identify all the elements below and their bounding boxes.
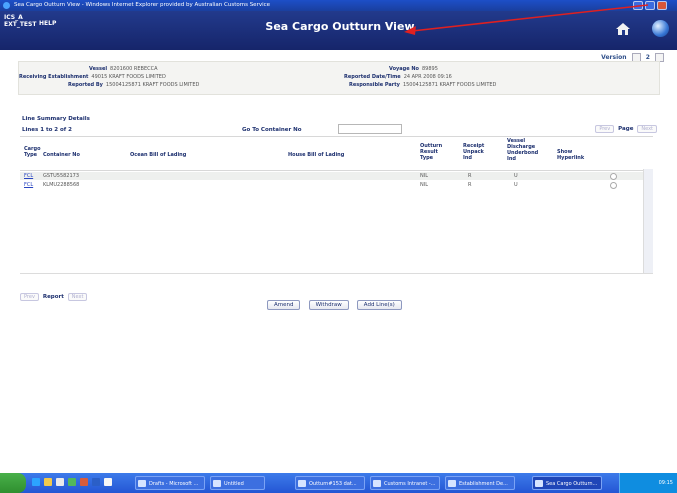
browser-title-bar: Sea Cargo Outturn View - Windows Interne… bbox=[0, 0, 677, 11]
browser-title: Sea Cargo Outturn View - Windows Interne… bbox=[14, 2, 271, 8]
ie-icon bbox=[3, 2, 10, 9]
start-button[interactable] bbox=[0, 473, 26, 493]
vessel-ind: U bbox=[514, 182, 518, 188]
receiving-field: Receiving Establishment 49015 KRAFT FOODS… bbox=[19, 74, 166, 80]
quicklaunch-misc-icon[interactable] bbox=[104, 478, 112, 486]
col-house-bol: House Bill of Lading bbox=[288, 152, 345, 158]
vessel-field: Vessel 8201600 REBECCA bbox=[89, 66, 158, 72]
environment-label: EXT_TEST bbox=[4, 21, 37, 28]
quicklaunch-app-icon[interactable] bbox=[68, 478, 76, 486]
task-drafts[interactable]: Drafts - Microsoft ... bbox=[135, 476, 205, 490]
col-ocean-bol: Ocean Bill of Lading bbox=[130, 152, 187, 158]
reported-by-field: Reported By 15004125871 KRAFT FOODS LIMIT… bbox=[68, 82, 200, 88]
task-establishment[interactable]: Establishment De... bbox=[445, 476, 515, 490]
task-icon bbox=[213, 480, 221, 487]
section-title: Line Summary Details bbox=[22, 116, 90, 122]
clock: 09:15 bbox=[658, 480, 673, 486]
maximize-button[interactable] bbox=[645, 1, 655, 10]
receipt-ind: R bbox=[468, 173, 472, 179]
windows-taskbar: Drafts - Microsoft ... Untitled Outturn#… bbox=[0, 473, 677, 493]
report-pager: Prev Report Next bbox=[18, 293, 89, 301]
table-scrollbar[interactable] bbox=[643, 169, 653, 273]
header-details-panel: Vessel 8201600 REBECCA Receiving Establis… bbox=[18, 61, 660, 95]
col-show-hyperlink: Show Hyperlink bbox=[557, 149, 585, 161]
amend-button[interactable]: Amend bbox=[267, 300, 301, 310]
table-row: FCL KLMU2288568 NIL R U bbox=[20, 181, 644, 189]
add-lines-button[interactable]: Add Line(s) bbox=[356, 300, 402, 310]
goto-container-label: Go To Container No bbox=[242, 127, 302, 133]
col-receipt: Receipt Unpack Ind bbox=[463, 143, 485, 161]
outturn-type: NIL bbox=[420, 182, 429, 188]
system-code: ICS_A bbox=[4, 14, 23, 21]
table-body: FCL GSTU5582173 NIL R U FCL KLMU2288568 … bbox=[20, 169, 653, 274]
task-icon bbox=[298, 480, 306, 487]
show-hyperlink-radio[interactable] bbox=[610, 173, 617, 180]
page-label: Page bbox=[618, 126, 634, 132]
report-label: Report bbox=[42, 294, 64, 300]
table-header: Cargo Type Container No Ocean Bill of Lad… bbox=[20, 136, 653, 171]
report-next-button[interactable]: Next bbox=[67, 293, 88, 301]
goto-container-input[interactable] bbox=[338, 124, 402, 134]
task-sea-cargo[interactable]: Sea Cargo Outturn... bbox=[532, 476, 602, 490]
cargo-type-link[interactable]: FCL bbox=[24, 181, 33, 189]
reported-datetime-field: Reported Date/Time 24 APR 2008 09:16 bbox=[344, 74, 452, 80]
quicklaunch-desktop-icon[interactable] bbox=[56, 478, 64, 486]
task-untitled[interactable]: Untitled bbox=[210, 476, 265, 490]
quicklaunch-word-icon[interactable] bbox=[92, 478, 100, 486]
system-name: ICS_A EXT_TEST bbox=[4, 14, 36, 28]
system-tray: 09:15 bbox=[619, 473, 677, 493]
table-row: FCL GSTU5582173 NIL R U bbox=[20, 172, 644, 180]
task-outturn[interactable]: Outturn#153 dat... bbox=[295, 476, 365, 490]
show-hyperlink-radio[interactable] bbox=[610, 182, 617, 189]
voyage-field: Voyage No 89895 bbox=[389, 66, 438, 72]
task-icon bbox=[138, 480, 146, 487]
top-prev-button[interactable]: Prev bbox=[595, 125, 615, 133]
outturn-type: NIL bbox=[420, 173, 429, 179]
vessel-ind: U bbox=[514, 173, 518, 179]
report-prev-button[interactable]: Prev bbox=[20, 293, 39, 301]
col-cargo-type: Cargo Type bbox=[24, 146, 41, 158]
container-no: GSTU5582173 bbox=[43, 173, 80, 179]
home-icon[interactable] bbox=[616, 23, 630, 35]
quicklaunch-folder-icon[interactable] bbox=[44, 478, 52, 486]
col-outturn: Outturn Result Type bbox=[420, 143, 443, 161]
globe-icon[interactable] bbox=[652, 20, 669, 37]
top-next-button[interactable]: Next bbox=[637, 125, 657, 133]
action-buttons: Amend Withdraw Add Line(s) bbox=[267, 291, 405, 310]
top-pager: Prev Page Next bbox=[593, 125, 659, 133]
quicklaunch-outlook-icon[interactable] bbox=[80, 478, 88, 486]
task-intranet[interactable]: Customs Intranet -... bbox=[370, 476, 440, 490]
task-icon bbox=[448, 480, 456, 487]
version-label: Version bbox=[601, 54, 627, 61]
task-icon bbox=[535, 480, 543, 487]
close-button[interactable] bbox=[657, 1, 667, 10]
receipt-ind: R bbox=[468, 182, 472, 188]
col-vessel-discharge: Vessel Discharge Underbond Ind bbox=[507, 138, 539, 162]
task-icon bbox=[373, 480, 381, 487]
cargo-type-link[interactable]: FCL bbox=[24, 172, 33, 180]
lines-count: Lines 1 to 2 of 2 bbox=[22, 127, 72, 133]
version-value: 2 bbox=[645, 54, 650, 61]
responsible-party-field: Responsible Party 15004125871 KRAFT FOODS… bbox=[349, 82, 497, 88]
col-container-no: Container No bbox=[43, 152, 80, 158]
quicklaunch-ie-icon[interactable] bbox=[32, 478, 40, 486]
help-link[interactable]: HELP bbox=[39, 20, 56, 27]
withdraw-button[interactable]: Withdraw bbox=[308, 300, 349, 310]
minimize-button[interactable] bbox=[633, 1, 643, 10]
container-no: KLMU2288568 bbox=[43, 182, 80, 188]
page-title: Sea Cargo Outturn View bbox=[265, 20, 415, 33]
